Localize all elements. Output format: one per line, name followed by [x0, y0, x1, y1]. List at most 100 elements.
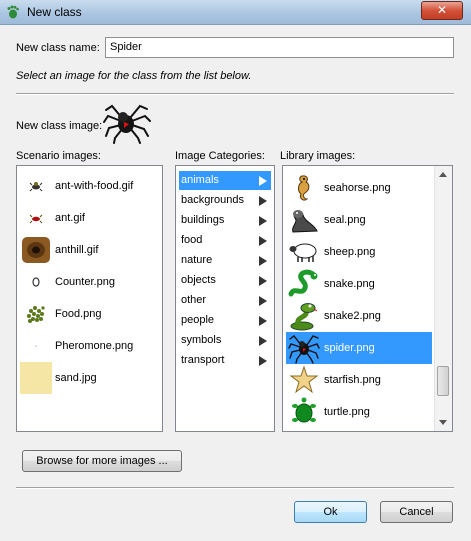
close-button[interactable]: ✕	[421, 1, 463, 20]
turtle-icon	[292, 397, 316, 423]
chevron-right-icon	[259, 336, 267, 346]
chevron-right-icon	[259, 316, 267, 326]
sheep-icon	[289, 243, 317, 262]
list-item-label: ant-with-food.gif	[55, 180, 134, 192]
selected-spider-image	[103, 104, 151, 144]
category-item-nature[interactable]: nature	[179, 251, 271, 270]
image-categories-label: Image Categories:	[175, 150, 265, 162]
scrollbar-thumb[interactable]	[437, 366, 449, 396]
separator-bottom	[16, 487, 454, 489]
scroll-down-icon[interactable]	[439, 420, 447, 425]
window-title: New class	[27, 5, 82, 19]
scenario-images-label: Scenario images:	[16, 150, 101, 162]
class-image-label: New class image:	[16, 120, 103, 132]
chevron-right-icon	[259, 276, 267, 286]
category-item-people[interactable]: people	[179, 311, 271, 330]
dialog-body: New class name: Spider Select an image f…	[0, 25, 471, 541]
category-label: food	[181, 234, 203, 246]
chevron-right-icon	[259, 176, 267, 186]
list-item[interactable]: Food.png	[17, 298, 162, 330]
class-name-input[interactable]: Spider	[105, 37, 454, 58]
close-icon: ✕	[436, 3, 448, 17]
category-label: transport	[181, 354, 225, 366]
chevron-right-icon	[259, 216, 267, 226]
list-item-label: Pheromone.png	[55, 340, 134, 352]
chevron-right-icon	[259, 196, 267, 206]
list-item-label: Food.png	[55, 308, 102, 320]
list-item[interactable]: ant.gif	[17, 202, 162, 234]
seal-icon	[292, 210, 318, 233]
cancel-button[interactable]: Cancel	[380, 501, 453, 523]
list-item-label: anthill.gif	[55, 244, 99, 256]
snake-icon	[288, 269, 318, 297]
snake2-icon	[290, 303, 318, 331]
chevron-right-icon	[259, 296, 267, 306]
category-label: people	[181, 314, 215, 326]
library-item-label: seahorse.png	[324, 182, 391, 194]
title-bar[interactable]: New class ✕	[0, 0, 471, 25]
category-item-objects[interactable]: objects	[179, 271, 271, 290]
ant-icon	[29, 214, 43, 224]
counter-icon	[32, 277, 40, 287]
chevron-right-icon	[259, 256, 267, 266]
spider-icon	[288, 335, 320, 364]
category-label: nature	[181, 254, 213, 266]
food-icon	[27, 306, 45, 323]
library-item-label: sheep.png	[324, 246, 376, 258]
category-label: symbols	[181, 334, 222, 346]
browse-images-button[interactable]: Browse for more images ...	[22, 450, 182, 472]
category-label: buildings	[181, 214, 225, 226]
list-item[interactable]: ant-with-food.gif	[17, 170, 162, 202]
library-item[interactable]: turtle.png	[286, 396, 432, 428]
list-item-label: Counter.png	[55, 276, 115, 288]
separator-top	[16, 93, 454, 95]
class-name-label: New class name:	[16, 42, 100, 54]
chevron-right-icon	[259, 356, 267, 366]
list-item[interactable]: sand.jpg	[17, 362, 162, 394]
library-item-label: snake.png	[324, 278, 375, 290]
library-item[interactable]: starfish.png	[286, 364, 432, 396]
sand-icon	[20, 362, 52, 394]
instruction-text: Select an image for the class from the l…	[16, 70, 252, 82]
library-item-selected[interactable]: spider.png	[286, 332, 432, 364]
library-item[interactable]: snake2.png	[286, 300, 432, 332]
ant-with-food-icon	[29, 182, 43, 192]
list-item[interactable]: Counter.png	[17, 266, 162, 298]
library-item-label: starfish.png	[324, 374, 381, 386]
library-item-label: spider.png	[324, 342, 375, 354]
category-item-transport[interactable]: transport	[179, 351, 271, 370]
category-label: other	[181, 294, 207, 306]
image-categories-list[interactable]: animals backgrounds buildings food natur…	[175, 165, 275, 432]
list-item-label: ant.gif	[55, 212, 85, 224]
library-scrollbar[interactable]	[434, 166, 452, 431]
category-label: animals	[181, 174, 219, 186]
category-item-food[interactable]: food	[179, 231, 271, 250]
category-item-animals[interactable]: animals	[179, 171, 271, 190]
seahorse-icon	[298, 175, 310, 201]
library-item-label: turtle.png	[324, 406, 370, 418]
pheromone-icon	[35, 345, 37, 347]
category-item-buildings[interactable]: buildings	[179, 211, 271, 230]
list-item[interactable]: Pheromone.png	[17, 330, 162, 362]
library-images-list[interactable]: seahorse.png seal.png sheep.png snake.pn…	[282, 165, 453, 432]
category-label: objects	[181, 274, 216, 286]
list-item-label: sand.jpg	[55, 372, 97, 384]
library-item[interactable]: seahorse.png	[286, 172, 432, 204]
greenfoot-icon	[7, 5, 19, 19]
scenario-images-list[interactable]: ant-with-food.gif ant.gif anthill.gif Co…	[16, 165, 163, 432]
library-item-label: seal.png	[324, 214, 366, 226]
library-item[interactable]: snake.png	[286, 268, 432, 300]
list-item[interactable]: anthill.gif	[17, 234, 162, 266]
category-item-symbols[interactable]: symbols	[179, 331, 271, 350]
starfish-icon	[289, 365, 319, 394]
library-item[interactable]: seal.png	[286, 204, 432, 236]
library-item[interactable]: sheep.png	[286, 236, 432, 268]
scroll-up-icon[interactable]	[439, 172, 447, 177]
library-images-label: Library images:	[280, 150, 356, 162]
category-item-backgrounds[interactable]: backgrounds	[179, 191, 271, 210]
library-item-label: snake2.png	[324, 310, 381, 322]
anthill-icon	[22, 237, 50, 263]
chevron-right-icon	[259, 236, 267, 246]
category-item-other[interactable]: other	[179, 291, 271, 310]
ok-button[interactable]: Ok	[294, 501, 367, 523]
